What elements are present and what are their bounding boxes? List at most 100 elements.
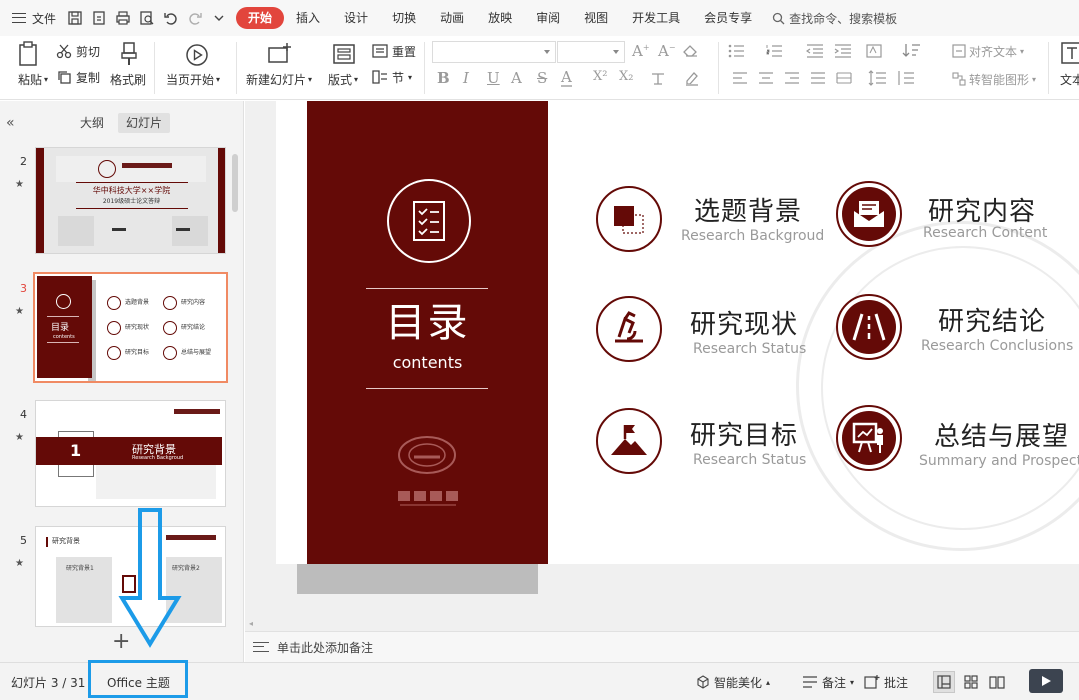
bold-button[interactable]: B xyxy=(437,69,450,87)
decrease-indent-icon[interactable] xyxy=(805,44,824,61)
play-from-current-button[interactable]: 当页开始 ▾ xyxy=(166,70,220,88)
thumb-title-en: contents xyxy=(53,334,75,340)
tab-transitions[interactable]: 切换 xyxy=(380,7,428,29)
tab-developer[interactable]: 开发工具 xyxy=(620,7,692,29)
underline-button[interactable]: U xyxy=(487,69,500,87)
scissors-icon xyxy=(56,44,72,59)
envelope-letter-icon xyxy=(854,201,884,227)
reset-button[interactable]: 重置 xyxy=(372,42,416,60)
reading-view-button[interactable] xyxy=(986,671,1008,693)
subscript-button[interactable]: X₂ xyxy=(619,69,633,84)
toc-item-4-title: 研究结论 xyxy=(938,307,1047,337)
distribute-icon[interactable] xyxy=(836,72,852,87)
numbering-icon[interactable] xyxy=(766,44,788,61)
tab-outline[interactable]: 大纲 xyxy=(72,113,112,133)
align-center-icon[interactable] xyxy=(758,72,774,87)
ribbon-divider xyxy=(424,42,425,94)
italic-button[interactable]: I xyxy=(463,69,469,87)
layout-button[interactable]: 版式 ▾ xyxy=(328,70,358,88)
format-painter-label: 格式刷 xyxy=(110,72,147,87)
bullets-icon[interactable] xyxy=(728,44,750,61)
theme-highlight-box xyxy=(88,660,188,698)
normal-view-icon xyxy=(937,675,951,689)
align-left-icon[interactable] xyxy=(732,72,748,87)
tab-slideshow[interactable]: 放映 xyxy=(476,7,524,29)
font-size-select[interactable] xyxy=(557,41,625,63)
tab-home[interactable]: 开始 xyxy=(236,7,285,29)
smart-beautify-button[interactable]: 智能美化 ▴ xyxy=(696,663,770,700)
file-menu[interactable]: 文件 xyxy=(0,0,64,36)
tab-view[interactable]: 视图 xyxy=(572,7,620,29)
save-icon[interactable] xyxy=(64,7,86,29)
more-chevron-icon[interactable] xyxy=(208,7,230,29)
tab-design[interactable]: 设计 xyxy=(332,7,380,29)
slide-sorter-button[interactable] xyxy=(960,671,982,693)
font-name-select[interactable] xyxy=(432,41,556,63)
scroll-left-arrow[interactable]: ◂ xyxy=(249,619,253,628)
textbox-icon[interactable] xyxy=(1061,40,1079,66)
notes-lines-icon xyxy=(803,676,817,688)
thumb-title: 华中科技大学××学院 xyxy=(92,186,171,195)
font-color-button[interactable]: A xyxy=(561,69,572,87)
new-slide-icon[interactable] xyxy=(266,40,294,68)
notes-placeholder: 单击此处添加备注 xyxy=(277,640,374,655)
reset-label: 重置 xyxy=(392,44,417,59)
superscript-button[interactable]: X² xyxy=(593,69,607,84)
clear-format-icon[interactable] xyxy=(683,44,699,61)
comments-button[interactable]: 批注 xyxy=(864,663,908,700)
redo-icon[interactable] xyxy=(184,7,206,29)
current-slide[interactable]: 目录 contents 选题背景 Research Backgroud 研究内容 xyxy=(276,101,1079,564)
slideshow-play-button[interactable] xyxy=(1029,669,1063,693)
normal-view-button[interactable] xyxy=(933,671,955,693)
export-pdf-icon[interactable] xyxy=(88,7,110,29)
sort-icon[interactable] xyxy=(902,42,924,61)
play-circle-icon[interactable] xyxy=(184,42,210,68)
format-painter-button[interactable]: 格式刷 xyxy=(110,70,146,88)
paste-button[interactable]: 粘贴 ▾ xyxy=(10,70,56,88)
print-icon[interactable] xyxy=(112,7,134,29)
add-slide-button[interactable]: + xyxy=(112,631,130,653)
collapse-panel-icon[interactable]: « xyxy=(6,115,15,131)
smartart-button[interactable]: 转智能图形 ▾ xyxy=(952,70,1036,88)
layout-icon[interactable] xyxy=(332,42,356,66)
animation-star-icon: ★ xyxy=(15,179,24,190)
command-search[interactable]: 查找命令、搜索模板 xyxy=(772,10,897,27)
tab-insert[interactable]: 插入 xyxy=(284,7,332,29)
tab-animations[interactable]: 动画 xyxy=(428,7,476,29)
tab-slides[interactable]: 幻灯片 xyxy=(118,113,171,133)
strikethrough-button[interactable]: S xyxy=(537,69,547,87)
text-direction-icon[interactable] xyxy=(866,44,888,61)
paste-label: 粘贴 xyxy=(17,72,42,87)
section-button[interactable]: 节 ▾ xyxy=(372,68,412,86)
tab-member[interactable]: 会员专享 xyxy=(692,7,764,29)
book-icon xyxy=(989,676,1005,689)
decrease-font-icon[interactable]: A− xyxy=(658,42,676,60)
file-menu-label: 文件 xyxy=(32,11,57,26)
slide-thumbnail-panel: « 大纲 幻灯片 2 ★ 华中科技大学××学院 2019级硕士论文答辩 3 ★ xyxy=(0,101,244,662)
print-preview-icon[interactable] xyxy=(136,7,158,29)
thumbnail-scrollbar[interactable] xyxy=(232,154,238,212)
paragraph-spacing-icon[interactable] xyxy=(896,70,920,89)
justify-icon[interactable] xyxy=(810,72,826,87)
highlight-icon[interactable] xyxy=(684,70,700,89)
new-slide-button[interactable]: 新建幻灯片 ▾ xyxy=(246,70,312,88)
align-text-button[interactable]: 对齐文本 ▾ xyxy=(952,42,1024,60)
toc-item-2-title: 研究内容 xyxy=(928,197,1037,227)
toc-item-4-subtitle: Research Conclusions xyxy=(921,338,1074,354)
animation-star-icon: ★ xyxy=(15,558,24,569)
format-painter-icon[interactable] xyxy=(116,40,142,68)
copy-button[interactable]: 复制 xyxy=(56,68,100,86)
phonetic-icon[interactable] xyxy=(650,70,666,89)
undo-icon[interactable] xyxy=(160,7,182,29)
paste-icon[interactable] xyxy=(14,40,44,68)
increase-font-icon[interactable]: A+ xyxy=(632,42,650,60)
notes-toggle-button[interactable]: 备注 ▾ xyxy=(802,663,854,700)
increase-indent-icon[interactable] xyxy=(834,44,852,61)
textbox-button[interactable]: 文本 xyxy=(1060,70,1079,88)
align-right-icon[interactable] xyxy=(784,72,800,87)
notes-bar[interactable]: 单击此处添加备注 xyxy=(245,631,1079,662)
tab-review[interactable]: 审阅 xyxy=(524,7,572,29)
cut-button[interactable]: 剪切 xyxy=(56,42,100,60)
text-shadow-button[interactable]: A xyxy=(511,69,522,87)
line-spacing-icon[interactable] xyxy=(868,70,888,89)
